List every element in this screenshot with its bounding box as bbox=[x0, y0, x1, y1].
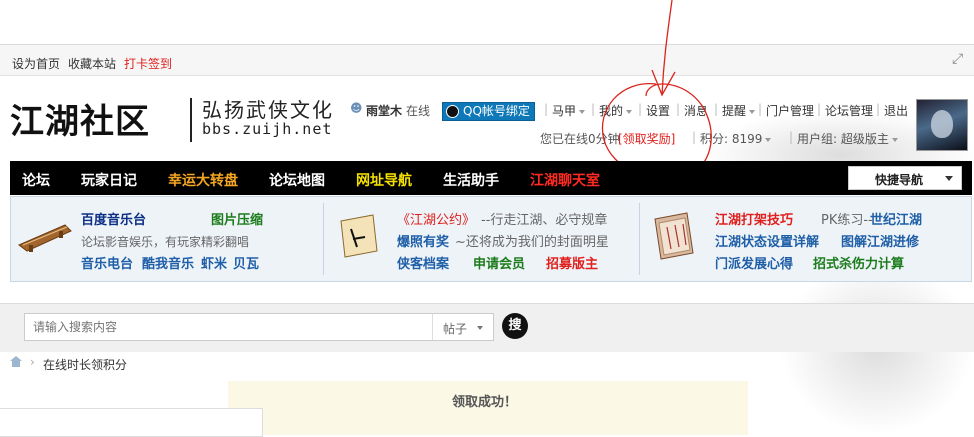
search-type-select[interactable]: 帖子 bbox=[432, 313, 494, 341]
main-nav: 论坛 玩家日记 幸运大转盘 论坛地图 网址导航 生活助手 江湖聊天室 bbox=[10, 161, 972, 195]
site-logo[interactable]: 江湖社区 bbox=[10, 94, 150, 143]
book-icon bbox=[654, 212, 694, 260]
nav-forum-map[interactable]: 论坛地图 bbox=[269, 170, 325, 190]
menu-forum-admin[interactable]: 论坛管理 bbox=[825, 102, 873, 119]
guqin-icon bbox=[18, 224, 72, 252]
success-message: 领取成功！ bbox=[452, 395, 518, 410]
nav-forum[interactable]: 论坛 bbox=[22, 170, 50, 190]
advancement-guide-link[interactable]: 图解江湖进修 bbox=[841, 231, 919, 250]
nav-life-helper[interactable]: 生活助手 bbox=[443, 170, 499, 190]
photo-contest-link[interactable]: 爆照有奖 bbox=[397, 231, 449, 250]
fullscreen-icon[interactable]: ⤢ bbox=[952, 51, 963, 67]
user-icon: ☻ bbox=[350, 101, 363, 115]
set-homepage-link[interactable]: 设为首页 bbox=[12, 55, 60, 72]
sect-development-link[interactable]: 门派发展心得 bbox=[715, 253, 793, 272]
qq-bind-button[interactable]: QQ帐号绑定 bbox=[442, 102, 535, 121]
beiwa-link[interactable]: 贝瓦 bbox=[233, 253, 259, 272]
site-slogan: 弘扬武侠文化 bbox=[202, 98, 334, 122]
recruit-moderator-link[interactable]: 招募版主 bbox=[546, 253, 598, 272]
search-box bbox=[24, 313, 434, 341]
chevron-down-icon bbox=[477, 326, 483, 330]
scroll-icon bbox=[340, 214, 378, 258]
user-group-menu[interactable]: 用户组: 超级版主 bbox=[797, 130, 898, 147]
success-notice: 领取成功！ bbox=[228, 381, 748, 435]
image-compress-link[interactable]: 图片压缩 bbox=[211, 209, 263, 228]
column-divider bbox=[323, 203, 324, 275]
hero-archive-link[interactable]: 侠客档案 bbox=[397, 253, 449, 272]
menu-logout[interactable]: 退出 bbox=[884, 102, 908, 119]
xiami-link[interactable]: 虾米 bbox=[201, 253, 227, 272]
chevron-down-icon bbox=[945, 176, 953, 181]
column-divider bbox=[639, 203, 640, 275]
promo-panel: 百度音乐台 图片压缩 论坛影音娱乐，有玩家精彩翻唱 音乐电台 酷我音乐 虾米 贝… bbox=[10, 196, 972, 282]
checkin-link[interactable]: 打卡签到 bbox=[124, 55, 172, 72]
logo-divider bbox=[190, 98, 192, 142]
music-radio-link[interactable]: 音乐电台 bbox=[81, 253, 133, 272]
status-settings-link[interactable]: 江湖状态设置详解 bbox=[715, 231, 819, 250]
nav-player-diary[interactable]: 玩家日记 bbox=[81, 170, 137, 190]
chevron-down-icon bbox=[579, 109, 586, 114]
photo-contest-description: ~还将成为我们的封面明星 bbox=[455, 235, 609, 250]
breadcrumb-separator: › bbox=[30, 355, 35, 369]
nav-chatroom[interactable]: 江湖聊天室 bbox=[530, 170, 600, 190]
online-status: 在线 bbox=[406, 104, 431, 118]
breadcrumb-current: 在线时长领积分 bbox=[43, 358, 128, 372]
menu-portal-admin[interactable]: 门户管理 bbox=[766, 102, 814, 119]
century-jianghu-link[interactable]: 世纪江湖 bbox=[870, 209, 922, 228]
menu-alt-account[interactable]: 马甲 bbox=[552, 102, 586, 119]
baidu-music-link[interactable]: 百度音乐台 bbox=[81, 209, 146, 228]
username-link[interactable]: 雨堂木 bbox=[366, 102, 402, 119]
damage-calculator-link[interactable]: 招式杀伤力计算 bbox=[813, 253, 904, 272]
quick-nav-button[interactable]: 快捷导航 bbox=[848, 166, 962, 190]
bookmark-link[interactable]: 收藏本站 bbox=[68, 55, 116, 72]
top-toolbar: 设为首页 收藏本站 打卡签到 ⤢ bbox=[0, 44, 974, 76]
site-domain: bbs.zuijh.net bbox=[202, 120, 333, 138]
avatar[interactable] bbox=[916, 99, 968, 151]
nav-site-guide[interactable]: 网址导航 bbox=[356, 170, 412, 190]
apply-member-link[interactable]: 申请会员 bbox=[473, 253, 525, 272]
rules-description: --行走江湖、必守规章 bbox=[481, 213, 608, 228]
nav-lucky-wheel[interactable]: 幸运大转盘 bbox=[168, 170, 238, 190]
kuwo-music-link[interactable]: 酷我音乐 bbox=[142, 253, 194, 272]
search-input[interactable] bbox=[31, 314, 427, 340]
pk-practice-label: PK练习-- bbox=[821, 213, 873, 228]
music-description: 论坛影音娱乐，有玩家精彩翻唱 bbox=[81, 235, 250, 249]
rules-link[interactable]: 《江湖公约》 bbox=[397, 209, 475, 228]
search-button[interactable]: 搜 bbox=[502, 313, 528, 339]
side-panel bbox=[0, 408, 263, 437]
home-icon[interactable] bbox=[10, 356, 22, 367]
chevron-down-icon bbox=[749, 109, 756, 114]
qq-penguin-icon bbox=[446, 105, 459, 118]
chevron-down-icon bbox=[891, 137, 898, 142]
chevron-down-icon bbox=[765, 137, 772, 142]
menu-reminders[interactable]: 提醒 bbox=[722, 102, 756, 119]
fight-tips-link[interactable]: 江湖打架技巧 bbox=[715, 209, 793, 228]
